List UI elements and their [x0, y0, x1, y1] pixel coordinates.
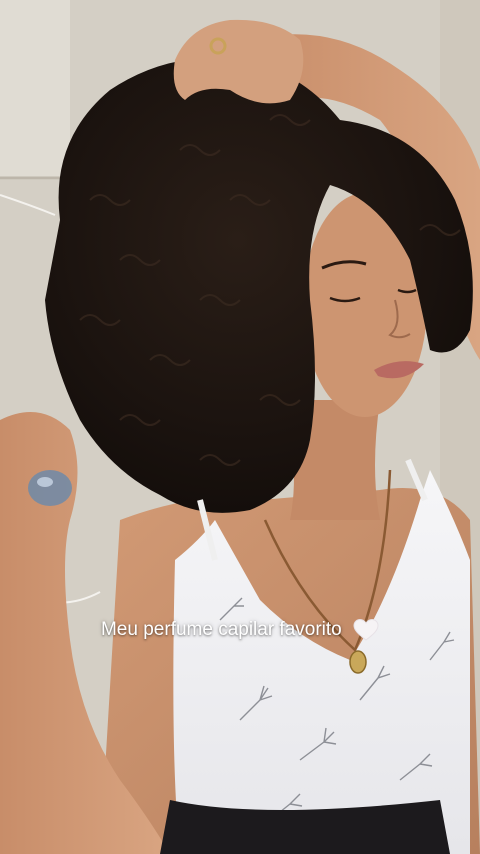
photo-scene: [0, 0, 480, 854]
necklace-pendant: [349, 650, 367, 674]
video-caption: Meu perfume capilar favorito: [0, 618, 480, 642]
spray-bottle: [28, 470, 72, 506]
bottle-highlight: [37, 477, 53, 487]
video-frame: Meu perfume capilar favorito: [0, 0, 480, 854]
caption-text: Meu perfume capilar favorito: [100, 619, 342, 640]
white-heart-icon: [353, 618, 379, 641]
cabinet: [0, 0, 70, 180]
